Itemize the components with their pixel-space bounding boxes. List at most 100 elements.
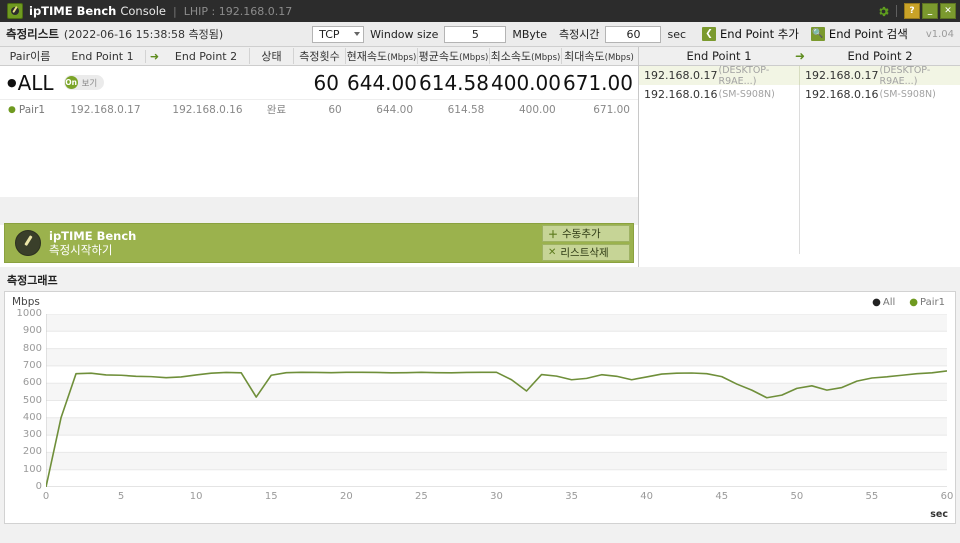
start-bar-subtitle: 측정시작하기 xyxy=(49,243,136,257)
chart-title: 측정그래프 xyxy=(7,272,956,288)
x-tick-label: 35 xyxy=(565,491,578,502)
list-delete-button[interactable]: ✕ 리스트삭제 xyxy=(542,244,630,261)
table-row[interactable]: ● Pair1 192.168.0.17 192.168.0.16 완료 60 … xyxy=(0,100,638,119)
search-endpoint-label: End Point 검색 xyxy=(829,26,908,42)
gear-icon[interactable] xyxy=(877,5,890,18)
main-area: Pair이름 End Point 1 ➜ End Point 2 상태 측정횟수… xyxy=(0,47,960,267)
endpoint1-ip: 192.168.0.17 xyxy=(644,69,717,82)
toggle-state: On xyxy=(65,76,78,89)
list-delete-label: 리스트삭제 xyxy=(560,245,608,260)
manual-add-button[interactable]: ＋ 수동추가 xyxy=(542,225,630,242)
start-bar-buttons: ＋ 수동추가 ✕ 리스트삭제 xyxy=(542,225,630,261)
search-endpoint-button[interactable]: 🔍 End Point 검색 xyxy=(811,26,908,42)
endpoint-row[interactable]: 192.168.0.16 (SM-S908N) 192.168.0.16 (SM… xyxy=(639,85,960,104)
all-min-speed: 400.00 xyxy=(491,71,563,95)
th-status: 상태 xyxy=(249,48,293,64)
minimize-button[interactable]: _ xyxy=(922,3,938,19)
row-pair-name: Pair1 xyxy=(19,104,45,116)
table-header-row: Pair이름 End Point 1 ➜ End Point 2 상태 측정횟수… xyxy=(0,47,638,66)
y-tick-label: 100 xyxy=(23,465,42,475)
toggle-label: 보기 xyxy=(82,77,98,89)
add-endpoint-label: End Point 추가 xyxy=(720,26,799,42)
all-row-label-cell: ● ALL On 보기 xyxy=(0,71,167,95)
row-endpoint1: 192.168.0.17 xyxy=(67,104,169,116)
help-button[interactable]: ? xyxy=(904,3,920,19)
all-average-speed: 614.58 xyxy=(419,71,491,95)
th-endpoint-2: End Point 2 xyxy=(163,50,249,63)
x-tick-label: 0 xyxy=(43,491,49,502)
y-tick-label: 800 xyxy=(23,344,42,354)
app-subtitle: Console xyxy=(120,4,166,18)
endpoint1-cell: 192.168.0.17 (DESKTOP-R9AE...) xyxy=(639,66,800,85)
th-min-speed: 최소속도(Mbps) xyxy=(489,48,561,64)
all-row-name: ALL xyxy=(18,71,54,95)
legend-item-all: ●All xyxy=(872,297,895,308)
endpoint2-cell: 192.168.0.16 (SM-S908N) xyxy=(800,85,960,104)
close-button[interactable]: ✕ xyxy=(940,3,956,19)
endpoint2-ip: 192.168.0.17 xyxy=(805,69,878,82)
endpoint-header-row: End Point 1 ➜ End Point 2 xyxy=(639,47,960,66)
legend-dot-icon: ● xyxy=(872,297,881,308)
row-endpoint2: 192.168.0.16 xyxy=(169,104,254,116)
th-count: 측정횟수 xyxy=(293,48,345,64)
table-row-all[interactable]: ● ALL On 보기 60 644.00 614.58 400.00 671.… xyxy=(0,66,638,100)
x-tick-label: 55 xyxy=(866,491,879,502)
endpoint-row[interactable]: 192.168.0.17 (DESKTOP-R9AE...) 192.168.0… xyxy=(639,66,960,85)
title-divider xyxy=(896,5,897,17)
row-name-cell: ● Pair1 xyxy=(0,104,67,116)
x-axis-labels: 051015202530354045505560 xyxy=(46,491,947,503)
y-tick-label: 0 xyxy=(36,482,42,492)
protocol-select[interactable]: TCP xyxy=(312,26,364,43)
x-tick-label: 25 xyxy=(415,491,428,502)
endpoint1-header: End Point 1 ➜ xyxy=(639,49,800,63)
row-min-speed: 400.00 xyxy=(492,104,563,116)
y-tick-label: 700 xyxy=(23,361,42,371)
y-tick-label: 1000 xyxy=(17,309,42,319)
endpoint-empty-cell xyxy=(639,104,800,254)
endpoint-panel: End Point 1 ➜ End Point 2 192.168.0.17 (… xyxy=(638,47,960,267)
window-size-input[interactable]: 5 xyxy=(444,26,506,43)
row-bullet-icon: ● xyxy=(8,105,16,115)
endpoint-empty-cell xyxy=(800,104,960,254)
row-count: 60 xyxy=(298,104,350,116)
chevron-down-icon xyxy=(354,32,360,36)
x-tick-label: 60 xyxy=(941,491,954,502)
x-axis-unit: sec xyxy=(930,509,948,520)
endpoint2-host: (DESKTOP-R9AE...) xyxy=(879,65,960,87)
y-axis-unit: Mbps xyxy=(12,296,40,308)
endpoint-empty-row xyxy=(639,104,960,254)
th-average-speed: 평균속도(Mbps) xyxy=(417,48,489,64)
start-bar-title: ipTIME Bench xyxy=(49,229,136,243)
legend-dot-icon: ● xyxy=(909,297,918,308)
endpoint2-host: (SM-S908N) xyxy=(879,89,935,100)
chevron-left-icon: ❮ xyxy=(702,27,716,41)
add-endpoint-button[interactable]: ❮ End Point 추가 xyxy=(702,26,799,42)
endpoint2-ip: 192.168.0.16 xyxy=(805,88,878,101)
y-tick-label: 600 xyxy=(23,378,42,388)
start-measurement-bar[interactable]: ipTIME Bench 측정시작하기 ＋ 수동추가 ✕ 리스트삭제 xyxy=(4,223,634,263)
endpoint1-ip: 192.168.0.16 xyxy=(644,88,717,101)
th-current-speed: 현재속도(Mbps) xyxy=(345,48,417,64)
title-bar: ipTIME Bench Console | LHIP : 192.168.0.… xyxy=(0,0,960,22)
all-bullet-icon: ● xyxy=(7,77,17,88)
duration-label: 측정시간 xyxy=(559,26,599,42)
th-max-speed: 최대속도(Mbps) xyxy=(561,48,636,64)
y-tick-label: 200 xyxy=(23,447,42,457)
mbyte-label: MByte xyxy=(512,28,547,41)
app-title: ipTIME Bench xyxy=(29,4,116,18)
row-current-speed: 644.00 xyxy=(350,104,421,116)
app-window: ipTIME Bench Console | LHIP : 192.168.0.… xyxy=(0,0,960,543)
all-visibility-toggle[interactable]: On 보기 xyxy=(64,75,105,90)
speedometer-icon xyxy=(15,230,41,256)
chart-legend: ●All ●Pair1 xyxy=(872,297,945,308)
th-pair-name: Pair이름 xyxy=(0,48,60,64)
x-tick-label: 30 xyxy=(490,491,503,502)
search-icon: 🔍 xyxy=(811,27,825,41)
y-tick-label: 900 xyxy=(23,326,42,336)
y-tick-label: 300 xyxy=(23,430,42,440)
duration-input[interactable]: 60 xyxy=(605,26,661,43)
row-average-speed: 614.58 xyxy=(421,104,492,116)
sec-label: sec xyxy=(667,28,686,41)
window-controls: ? _ ✕ xyxy=(877,3,956,19)
toolbar: 측정리스트 (2022-06-16 15:38:58 측정됨) TCP Wind… xyxy=(0,22,960,47)
